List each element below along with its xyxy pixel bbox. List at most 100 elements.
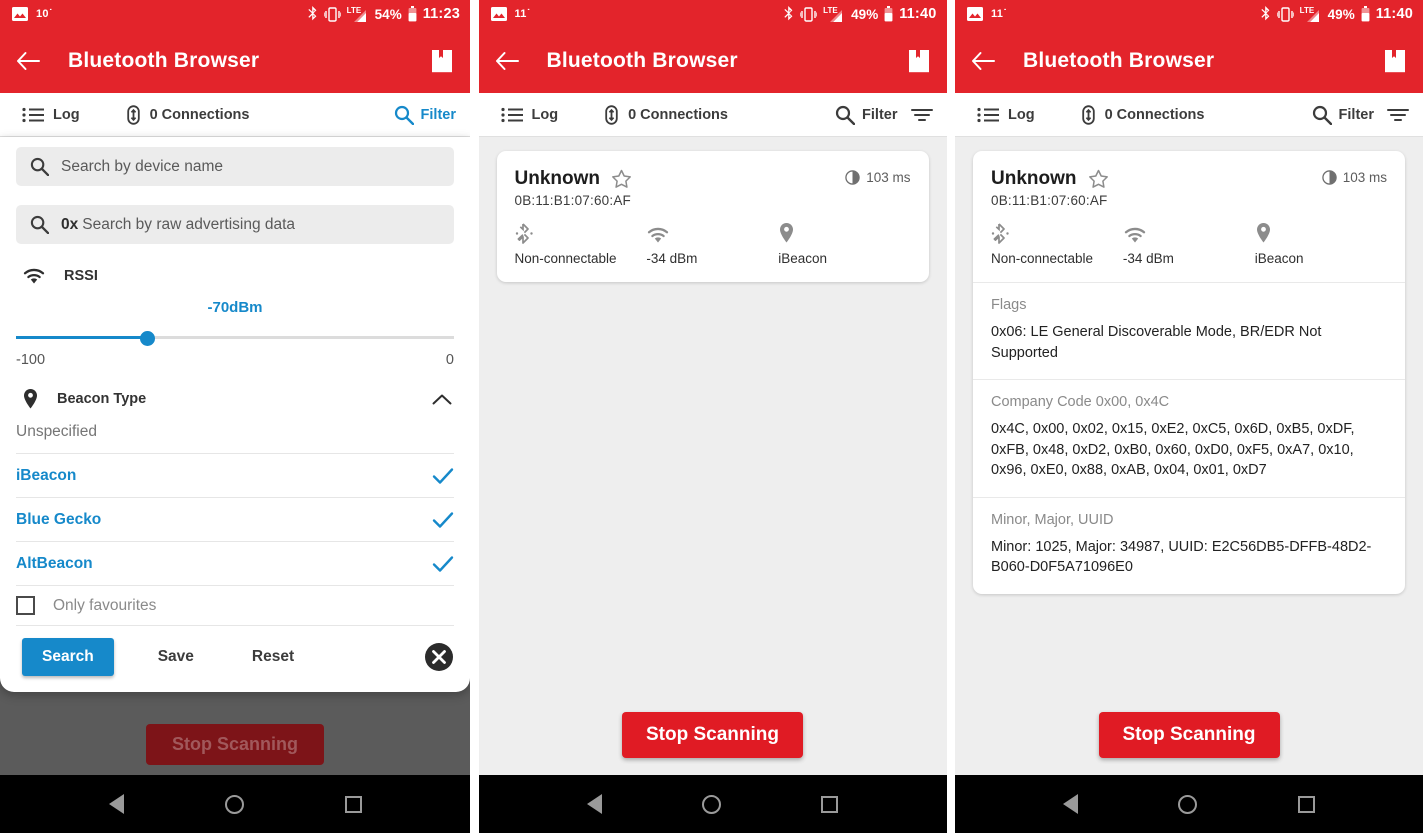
tab-log-label: Log	[53, 106, 80, 123]
beacon-option-label: AltBeacon	[16, 554, 93, 572]
status-temperature: 10˙	[36, 8, 53, 20]
status-bar-right: LTE 49% 11:40	[1260, 6, 1413, 22]
filter-lines-icon[interactable]	[910, 108, 933, 122]
tab-log-label: Log	[1008, 106, 1035, 123]
device-card-header: Unknown 0B:11:B1:07:60:AF 103 ms Non-con…	[497, 151, 929, 282]
android-nav-bar	[955, 775, 1423, 833]
stop-scanning-wrapper: Stop Scanning	[479, 712, 947, 775]
device-card-header: Unknown 0B:11:B1:07:60:AF 103 ms Non-con…	[973, 151, 1405, 282]
status-clock: 11:23	[422, 6, 460, 22]
lte-signal-icon: LTE	[1300, 6, 1322, 22]
nav-home-icon[interactable]	[1178, 794, 1198, 814]
stop-scanning-button[interactable]: Stop Scanning	[622, 712, 803, 758]
filter-lines-icon[interactable]	[1387, 108, 1409, 122]
beacon-option-unspecified[interactable]: Unspecified	[16, 410, 454, 454]
device-card[interactable]: Unknown 0B:11:B1:07:60:AF 103 ms Non-con…	[496, 151, 929, 282]
page-title: Bluetooth Browser	[68, 48, 260, 72]
detail-section-value: 0x4C, 0x00, 0x02, 0x15, 0xE2, 0xC5, 0x6D…	[991, 421, 1355, 479]
bluetooth-link-icon	[604, 104, 619, 125]
location-pin-icon	[22, 388, 39, 410]
beacon-option-altbeacon[interactable]: AltBeacon	[16, 542, 454, 586]
three-screenshot-strip: 10˙ LTE 54% 11:23 Bluetooth Browser Log …	[0, 0, 1423, 833]
tab-filter[interactable]: Filter	[835, 105, 946, 125]
check-icon	[432, 467, 454, 485]
location-pin-icon	[1255, 222, 1387, 244]
beacon-option-blue-gecko[interactable]: Blue Gecko	[16, 498, 454, 542]
tab-filter-label: Filter	[1338, 106, 1374, 123]
reset-button[interactable]: Reset	[252, 648, 294, 666]
device-detail: Unknown 0B:11:B1:07:60:AF 103 ms Non-con…	[955, 137, 1423, 595]
rssi-value-label: -70dBm	[207, 299, 263, 316]
slider-thumb[interactable]	[139, 330, 155, 346]
android-nav-bar	[478, 775, 947, 833]
device-attribute-label: iBeacon	[1254, 251, 1304, 266]
tab-connections-label: 0 Connections	[628, 106, 728, 123]
tab-filter[interactable]: Filter	[1312, 105, 1423, 125]
nav-recents-icon[interactable]	[1297, 795, 1315, 813]
bluetooth-link-icon	[1081, 104, 1096, 125]
tab-log[interactable]: Log	[479, 107, 558, 123]
photo-icon	[12, 7, 28, 21]
beacon-option-ibeacon[interactable]: iBeacon	[16, 454, 454, 498]
clock-icon	[845, 170, 860, 185]
beacon-type-label: Beacon Type	[57, 391, 147, 407]
search-input-device-name[interactable]: Search by device name	[16, 147, 454, 186]
nav-back-icon[interactable]	[586, 794, 602, 814]
search-icon	[394, 105, 414, 125]
tab-filter[interactable]: Filter	[394, 105, 470, 125]
rssi-slider[interactable]	[16, 326, 454, 348]
bookmark-book-icon[interactable]	[1383, 48, 1407, 74]
beacon-type-section-header[interactable]: Beacon Type	[16, 368, 454, 410]
tab-connections[interactable]: 0 Connections	[80, 104, 250, 125]
tab-filter-label: Filter	[862, 106, 898, 123]
battery-percent: 49%	[1327, 6, 1355, 22]
battery-icon	[1361, 6, 1370, 22]
save-button[interactable]: Save	[158, 648, 194, 666]
nav-recents-icon[interactable]	[821, 795, 839, 813]
nav-home-icon[interactable]	[701, 794, 721, 814]
bookmark-book-icon[interactable]	[430, 48, 454, 74]
back-arrow-icon[interactable]	[16, 51, 40, 71]
tab-log[interactable]: Log	[955, 107, 1035, 123]
tab-connections-label: 0 Connections	[149, 106, 250, 123]
stop-scanning-button[interactable]: Stop Scanning	[1098, 712, 1280, 758]
device-card-expanded[interactable]: Unknown 0B:11:B1:07:60:AF 103 ms Non-con…	[973, 151, 1405, 595]
nav-back-icon[interactable]	[1063, 794, 1079, 814]
device-list: Unknown 0B:11:B1:07:60:AF 103 ms Non-con…	[479, 137, 947, 282]
chevron-up-icon[interactable]	[432, 393, 452, 406]
back-arrow-icon[interactable]	[971, 51, 995, 71]
star-outline-icon[interactable]	[611, 169, 632, 189]
close-circle-icon[interactable]	[424, 642, 454, 672]
nav-home-icon[interactable]	[224, 794, 244, 814]
detail-section-flags: Flags 0x06: LE General Discoverable Mode…	[973, 282, 1405, 379]
star-outline-icon[interactable]	[1088, 169, 1109, 189]
rssi-section-header: RSSI	[16, 263, 454, 285]
slider-fill	[16, 336, 148, 339]
tab-filter-label: Filter	[420, 106, 456, 123]
clock-icon	[1322, 170, 1337, 185]
photo-icon	[490, 7, 507, 21]
bookmark-book-icon[interactable]	[907, 48, 931, 74]
bluetooth-disabled-icon	[515, 222, 647, 244]
beacon-option-label: Blue Gecko	[16, 510, 102, 528]
app-bar: Bluetooth Browser	[478, 28, 947, 93]
search-button[interactable]: Search	[22, 638, 114, 676]
tab-connections[interactable]: 0 Connections	[558, 104, 728, 125]
back-arrow-icon[interactable]	[495, 51, 519, 71]
device-attribute-rssi: -34 dBm	[1123, 222, 1255, 266]
only-favourites-checkbox[interactable]	[16, 596, 35, 615]
app-bar: Bluetooth Browser	[0, 28, 470, 93]
tab-log[interactable]: Log	[0, 107, 80, 123]
search-input-raw-data[interactable]: 0x Search by raw advertising data	[16, 205, 454, 244]
nav-recents-icon[interactable]	[344, 795, 362, 813]
signal-wifi-icon	[1123, 222, 1255, 244]
tab-connections[interactable]: 0 Connections	[1035, 104, 1204, 125]
bluetooth-link-icon	[126, 104, 141, 125]
device-timing-label: 103 ms	[866, 170, 911, 185]
list-icon	[500, 107, 523, 123]
nav-back-icon[interactable]	[108, 794, 124, 814]
rssi-label: RSSI	[64, 268, 98, 284]
bluetooth-icon	[1260, 6, 1271, 22]
check-icon	[432, 511, 454, 529]
only-favourites-row[interactable]: Only favourites	[16, 586, 454, 626]
